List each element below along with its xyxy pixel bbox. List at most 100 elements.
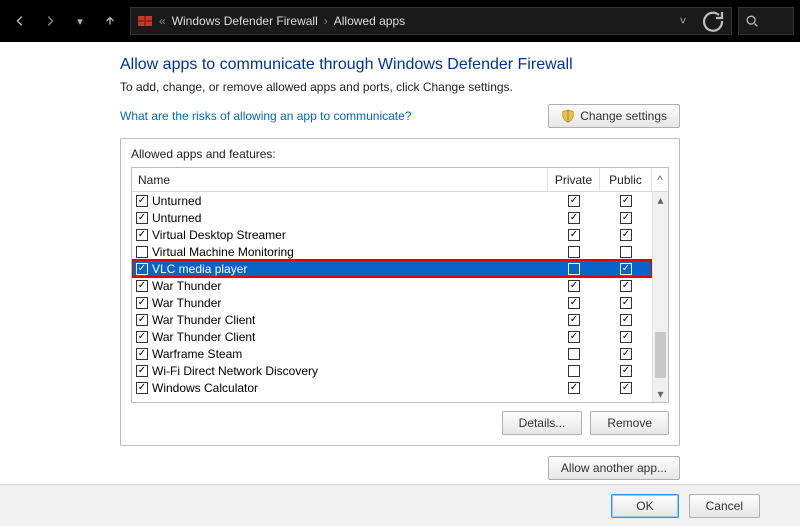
column-header-scroll: ^	[652, 168, 668, 191]
checkbox[interactable]: ✓	[620, 348, 632, 360]
checkbox[interactable]: ✓	[620, 229, 632, 241]
column-header-private[interactable]: Private	[548, 168, 600, 191]
panel-label: Allowed apps and features:	[131, 147, 669, 161]
allow-another-app-button[interactable]: Allow another app...	[548, 456, 680, 480]
private-cell: ✓	[548, 212, 600, 224]
search-box[interactable]	[738, 7, 794, 35]
page-subtitle: To add, change, or remove allowed apps a…	[120, 80, 680, 94]
refresh-button[interactable]	[701, 9, 725, 33]
scroll-thumb[interactable]	[655, 332, 666, 378]
checkbox[interactable]	[568, 348, 580, 360]
checkbox[interactable]	[568, 246, 580, 258]
checkbox[interactable]: ✓	[620, 195, 632, 207]
table-row[interactable]: ✓War Thunder Client✓✓	[132, 311, 652, 328]
checkbox[interactable]: ✓	[136, 382, 148, 394]
checkbox[interactable]: ✓	[136, 331, 148, 343]
checkbox[interactable]	[620, 246, 632, 258]
public-cell	[600, 246, 652, 258]
remove-button[interactable]: Remove	[590, 411, 669, 435]
column-header-public[interactable]: Public	[600, 168, 652, 191]
scroll-down-button[interactable]: ▾	[653, 386, 668, 402]
table-body: ✓Unturned✓✓✓Unturned✓✓✓Virtual Desktop S…	[132, 192, 652, 402]
app-name: Virtual Desktop Streamer	[152, 228, 286, 242]
checkbox[interactable]: ✓	[620, 314, 632, 326]
checkbox[interactable]: ✓	[568, 280, 580, 292]
risks-link[interactable]: What are the risks of allowing an app to…	[120, 109, 411, 123]
change-settings-label: Change settings	[580, 109, 667, 123]
checkbox[interactable]: ✓	[568, 229, 580, 241]
checkbox[interactable]: ✓	[136, 263, 148, 275]
address-field[interactable]: « Windows Defender Firewall › Allowed ap…	[130, 7, 732, 35]
back-button[interactable]	[6, 7, 34, 35]
app-name: War Thunder	[152, 296, 221, 310]
app-name: Warframe Steam	[152, 347, 242, 361]
public-cell: ✓	[600, 297, 652, 309]
public-cell: ✓	[600, 195, 652, 207]
breadcrumb-segment[interactable]: Allowed apps	[334, 14, 405, 28]
breadcrumb-segment[interactable]: Windows Defender Firewall	[172, 14, 318, 28]
checkbox[interactable]: ✓	[620, 263, 632, 275]
checkbox[interactable]: ✓	[568, 212, 580, 224]
table-row[interactable]: ✓ Virtual Desktop Streamer ✓ ✓	[132, 226, 652, 243]
table-row[interactable]: ✓Wi-Fi Direct Network Discovery✓	[132, 362, 652, 379]
checkbox[interactable]	[568, 263, 580, 275]
scroll-up-button[interactable]: ▴	[653, 192, 668, 208]
public-cell: ✓	[600, 314, 652, 326]
private-cell	[548, 348, 600, 360]
table-row[interactable]: ✓VLC media player✓	[132, 260, 652, 277]
address-bar: ▾ « Windows Defender Firewall › Allowed …	[0, 0, 800, 42]
private-cell	[548, 365, 600, 377]
checkbox[interactable]: ✓	[568, 195, 580, 207]
vertical-scrollbar[interactable]: ▴ ▾	[652, 192, 668, 402]
private-cell	[548, 246, 600, 258]
table-row[interactable]: ✓ War Thunder ✓ ✓	[132, 277, 652, 294]
details-button[interactable]: Details...	[502, 411, 583, 435]
forward-button[interactable]	[36, 7, 64, 35]
checkbox[interactable]: ✓	[620, 212, 632, 224]
public-cell: ✓	[600, 263, 652, 275]
table-row[interactable]: ✓War Thunder Client✓✓	[132, 328, 652, 345]
ok-button[interactable]: OK	[611, 494, 678, 518]
public-cell: ✓	[600, 382, 652, 394]
checkbox[interactable]: ✓	[620, 331, 632, 343]
checkbox[interactable]: ✓	[620, 297, 632, 309]
checkbox[interactable]: ✓	[568, 314, 580, 326]
public-cell: ✓	[600, 229, 652, 241]
change-settings-button[interactable]: Change settings	[548, 104, 680, 128]
app-name: War Thunder	[152, 279, 221, 293]
page-title: Allow apps to communicate through Window…	[120, 56, 680, 74]
checkbox[interactable]: ✓	[136, 229, 148, 241]
table-row[interactable]: ✓Unturned✓✓	[132, 192, 652, 209]
public-cell: ✓	[600, 365, 652, 377]
checkbox[interactable]: ✓	[136, 297, 148, 309]
checkbox[interactable]: ✓	[136, 195, 148, 207]
checkbox[interactable]: ✓	[136, 314, 148, 326]
checkbox[interactable]: ✓	[620, 280, 632, 292]
firewall-icon	[137, 13, 153, 29]
cancel-button[interactable]: Cancel	[689, 494, 760, 518]
shield-icon	[561, 109, 575, 123]
private-cell: ✓	[548, 195, 600, 207]
checkbox[interactable]	[136, 246, 148, 258]
checkbox[interactable]: ✓	[620, 365, 632, 377]
app-name: Windows Calculator	[152, 381, 258, 395]
checkbox[interactable]: ✓	[568, 331, 580, 343]
table-row[interactable]: ✓ Windows Calculator ✓ ✓	[132, 379, 652, 396]
table-row[interactable]: Virtual Machine Monitoring	[132, 243, 652, 260]
column-header-name[interactable]: Name	[132, 168, 548, 191]
checkbox[interactable]: ✓	[136, 212, 148, 224]
table-row[interactable]: ✓ Warframe Steam ✓	[132, 345, 652, 362]
public-cell: ✓	[600, 280, 652, 292]
checkbox[interactable]: ✓	[136, 365, 148, 377]
table-row[interactable]: ✓ War Thunder ✓ ✓	[132, 294, 652, 311]
checkbox[interactable]: ✓	[136, 280, 148, 292]
checkbox[interactable]	[568, 365, 580, 377]
checkbox[interactable]: ✓	[568, 382, 580, 394]
up-button[interactable]	[96, 7, 124, 35]
checkbox[interactable]: ✓	[620, 382, 632, 394]
address-history-button[interactable]: ˅	[671, 9, 695, 33]
checkbox[interactable]: ✓	[568, 297, 580, 309]
recent-locations-button[interactable]: ▾	[66, 7, 94, 35]
table-row[interactable]: ✓Unturned✓✓	[132, 209, 652, 226]
checkbox[interactable]: ✓	[136, 348, 148, 360]
